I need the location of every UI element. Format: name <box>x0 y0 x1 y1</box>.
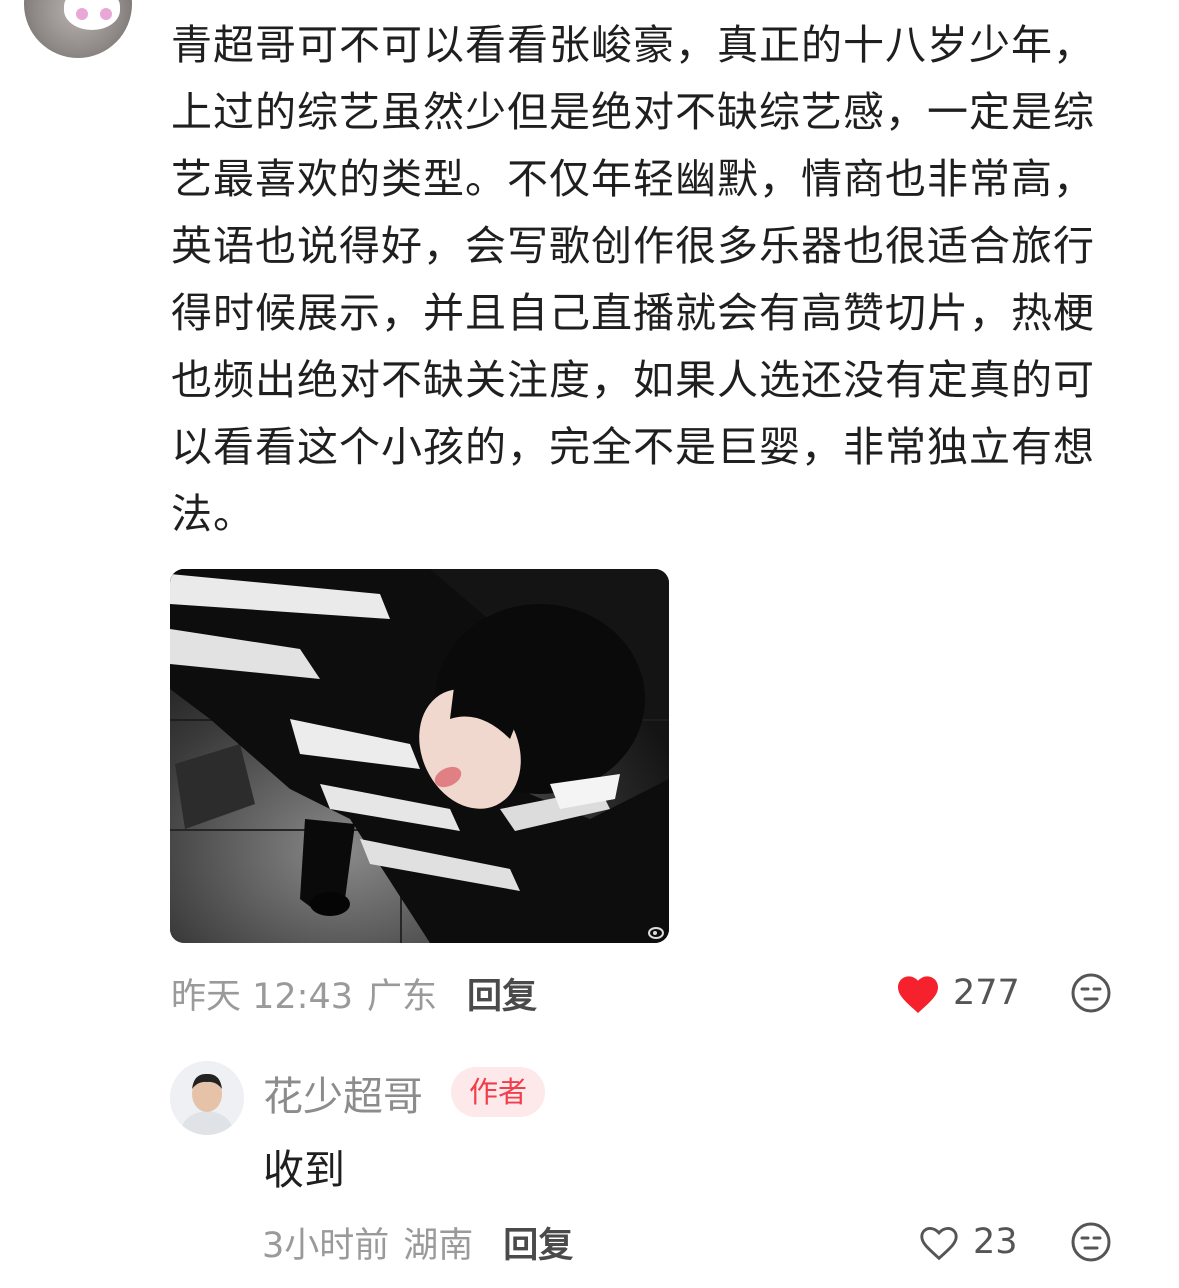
reply-time: 3小时前 <box>262 1225 390 1266</box>
comment-text: 青超哥可不可以看看张峻豪，真正的十八岁少年，上过的综艺虽然少但是绝对不缺综艺感，… <box>171 21 1095 538</box>
photo-illustration <box>170 569 669 943</box>
comment-location: 广东 <box>367 976 438 1017</box>
reply-user-name[interactable]: 花少超哥 <box>263 1064 423 1122</box>
commenter-avatar[interactable] <box>24 0 132 58</box>
reply-avatar[interactable] <box>170 1061 244 1135</box>
reply-reply-button[interactable]: 回复 <box>503 1217 573 1268</box>
emoji-icon[interactable] <box>1070 972 1112 1014</box>
comment-like-button[interactable]: 277 <box>895 965 1020 1021</box>
reply-meta: 3小时前 湖南 回复 <box>262 1214 573 1270</box>
heart-outline-icon <box>920 1226 958 1261</box>
avatar-eye-left <box>76 8 88 20</box>
reply-text: 收到 <box>263 1146 345 1194</box>
reply-like-button[interactable]: 23 <box>917 1214 1018 1270</box>
comment-meta: 昨天 12:43 广东 回复 <box>171 965 537 1021</box>
author-badge: 作者 <box>451 1067 546 1117</box>
comment-photo[interactable] <box>170 569 669 943</box>
comment-time: 昨天 12:43 <box>171 976 353 1017</box>
reply-location: 湖南 <box>403 1225 474 1266</box>
avatar-eye-right <box>100 8 112 20</box>
comment-reply-button[interactable]: 回复 <box>467 968 537 1019</box>
comment-like-count: 277 <box>953 973 1020 1013</box>
weibo-watermark-icon <box>648 927 664 939</box>
emoji-icon[interactable] <box>1070 1221 1112 1263</box>
heart-filled-icon <box>898 976 938 1013</box>
avatar-portrait <box>170 1061 244 1135</box>
reply-like-count: 23 <box>973 1222 1018 1262</box>
